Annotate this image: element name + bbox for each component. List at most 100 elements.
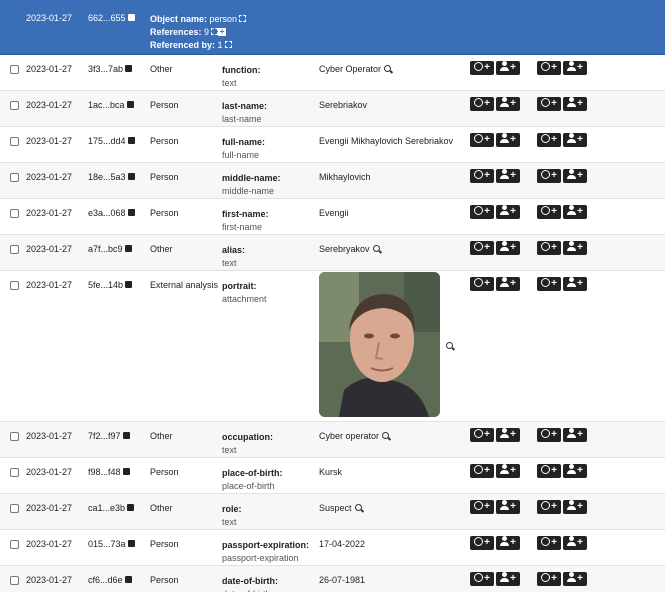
- copy-icon[interactable]: [127, 540, 135, 548]
- add-person-button[interactable]: +: [563, 241, 587, 255]
- expand-icon[interactable]: [211, 28, 219, 36]
- expand-icon[interactable]: [239, 15, 247, 23]
- row-checkbox[interactable]: [10, 101, 19, 110]
- add-person-button[interactable]: +: [496, 277, 520, 291]
- portrait-image[interactable]: [319, 272, 440, 417]
- add-person-button[interactable]: +: [496, 169, 520, 183]
- attribute-uuid[interactable]: 18e...5a3: [88, 172, 135, 182]
- attribute-uuid[interactable]: 7f2...f97: [88, 431, 130, 441]
- add-galaxy-button[interactable]: +: [537, 97, 561, 111]
- row-checkbox[interactable]: [10, 209, 19, 218]
- copy-icon[interactable]: [124, 245, 132, 253]
- add-galaxy-button[interactable]: +: [470, 241, 494, 255]
- add-galaxy-button[interactable]: +: [470, 205, 494, 219]
- expand-icon[interactable]: [224, 41, 232, 49]
- add-galaxy-button[interactable]: +: [537, 572, 561, 586]
- row-checkbox[interactable]: [10, 245, 19, 254]
- header-uuid[interactable]: 662...655: [88, 13, 135, 23]
- add-galaxy-button[interactable]: +: [537, 205, 561, 219]
- copy-icon[interactable]: [127, 14, 135, 22]
- add-person-button[interactable]: +: [496, 241, 520, 255]
- attribute-category: Other: [150, 64, 173, 74]
- add-galaxy-button[interactable]: +: [470, 536, 494, 550]
- row-checkbox[interactable]: [10, 576, 19, 585]
- add-person-button[interactable]: +: [563, 500, 587, 514]
- add-person-button[interactable]: +: [563, 464, 587, 478]
- search-icon[interactable]: [372, 244, 381, 253]
- add-person-button[interactable]: +: [563, 169, 587, 183]
- references-label: References:: [150, 27, 202, 37]
- add-person-button[interactable]: +: [563, 205, 587, 219]
- row-checkbox[interactable]: [10, 468, 19, 477]
- attribute-uuid[interactable]: 3f3...7ab: [88, 64, 133, 74]
- attribute-uuid[interactable]: 1ac...bca: [88, 100, 134, 110]
- search-icon[interactable]: [384, 64, 392, 73]
- add-galaxy-button[interactable]: +: [470, 500, 494, 514]
- attribute-uuid[interactable]: 175...dd4: [88, 136, 135, 146]
- add-galaxy-button[interactable]: +: [537, 133, 561, 147]
- add-person-button[interactable]: +: [496, 428, 520, 442]
- attribute-type: middle-name: [222, 186, 275, 196]
- add-person-button[interactable]: +: [496, 464, 520, 478]
- copy-icon[interactable]: [127, 137, 135, 145]
- add-galaxy-button[interactable]: +: [537, 169, 561, 183]
- add-galaxy-button[interactable]: +: [537, 536, 561, 550]
- add-person-button[interactable]: +: [563, 97, 587, 111]
- attribute-uuid[interactable]: a7f...bc9: [88, 244, 132, 254]
- add-galaxy-button[interactable]: +: [537, 61, 561, 75]
- copy-icon[interactable]: [127, 209, 135, 217]
- copy-icon[interactable]: [122, 468, 130, 476]
- copy-icon[interactable]: [124, 576, 132, 584]
- row-checkbox[interactable]: [10, 173, 19, 182]
- attribute-uuid[interactable]: f98...f48: [88, 467, 130, 477]
- row-checkbox[interactable]: [10, 281, 19, 290]
- add-person-button[interactable]: +: [496, 61, 520, 75]
- copy-icon[interactable]: [127, 173, 135, 181]
- row-checkbox[interactable]: [10, 504, 19, 513]
- add-galaxy-button[interactable]: +: [537, 241, 561, 255]
- attribute-uuid[interactable]: e3a...068: [88, 208, 135, 218]
- add-galaxy-button[interactable]: +: [470, 277, 494, 291]
- add-person-button[interactable]: +: [496, 133, 520, 147]
- add-galaxy-button[interactable]: +: [470, 133, 494, 147]
- attribute-uuid[interactable]: cf6...d6e: [88, 575, 132, 585]
- zoom-icon[interactable]: [446, 342, 454, 350]
- add-person-button[interactable]: +: [496, 536, 520, 550]
- search-icon[interactable]: [354, 503, 363, 512]
- add-person-button[interactable]: +: [496, 572, 520, 586]
- add-galaxy-button[interactable]: +: [537, 428, 561, 442]
- copy-icon[interactable]: [127, 504, 135, 512]
- copy-icon[interactable]: [126, 101, 134, 109]
- row-checkbox[interactable]: [10, 540, 19, 549]
- attribute-uuid[interactable]: ca1...e3b: [88, 503, 135, 513]
- add-galaxy-button[interactable]: +: [537, 464, 561, 478]
- add-person-button[interactable]: +: [563, 428, 587, 442]
- add-person-button[interactable]: +: [563, 133, 587, 147]
- globe-icon: [541, 169, 551, 179]
- add-person-button[interactable]: +: [496, 97, 520, 111]
- attribute-uuid[interactable]: 5fe...14b: [88, 280, 133, 290]
- add-person-button[interactable]: +: [496, 205, 520, 219]
- add-person-button[interactable]: +: [563, 61, 587, 75]
- add-galaxy-button[interactable]: +: [470, 428, 494, 442]
- copy-icon[interactable]: [125, 65, 133, 73]
- add-galaxy-button[interactable]: +: [470, 97, 494, 111]
- add-person-button[interactable]: +: [496, 500, 520, 514]
- add-person-button[interactable]: +: [563, 277, 587, 291]
- add-galaxy-button[interactable]: +: [537, 500, 561, 514]
- add-galaxy-button[interactable]: +: [470, 572, 494, 586]
- row-checkbox[interactable]: [10, 137, 19, 146]
- add-reference-icon[interactable]: +: [218, 27, 227, 36]
- add-galaxy-button[interactable]: +: [470, 169, 494, 183]
- copy-icon[interactable]: [122, 432, 130, 440]
- row-checkbox[interactable]: [10, 65, 19, 74]
- search-icon[interactable]: [382, 431, 390, 440]
- add-galaxy-button[interactable]: +: [470, 61, 494, 75]
- add-person-button[interactable]: +: [563, 536, 587, 550]
- add-galaxy-button[interactable]: +: [470, 464, 494, 478]
- copy-icon[interactable]: [125, 281, 133, 289]
- add-person-button[interactable]: +: [563, 572, 587, 586]
- add-galaxy-button[interactable]: +: [537, 277, 561, 291]
- row-checkbox[interactable]: [10, 432, 19, 441]
- attribute-uuid[interactable]: 015...73a: [88, 539, 135, 549]
